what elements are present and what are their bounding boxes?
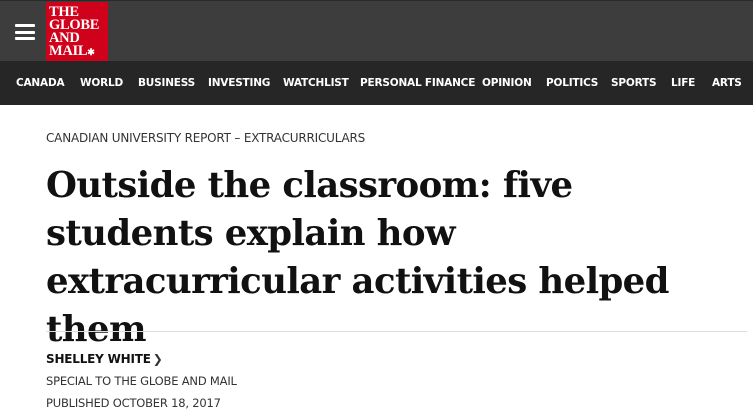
chevron-right-icon: ❯ [152,352,163,366]
article-kicker[interactable]: CANADIAN UNIVERSITY REPORT – EXTRACURRIC… [46,131,365,145]
nav-item-investing[interactable]: INVESTING [208,61,270,105]
article-headline: Outside the classroom: five students exp… [46,165,670,350]
nav-item-canada[interactable]: CANADA [16,61,65,105]
author-affiliation: SPECIAL TO THE GLOBE AND MAIL [46,374,237,388]
site-logo[interactable]: THE GLOBE AND MAIL✱ [46,2,108,62]
section-nav: CANADA WORLD BUSINESS INVESTING WATCHLIS… [0,61,753,105]
nav-item-world[interactable]: WORLD [80,61,123,105]
nav-item-politics[interactable]: POLITICS [546,61,598,105]
nav-item-personal-finance[interactable]: PERSONAL FINANCE [360,61,475,105]
hamburger-menu-icon[interactable] [15,24,35,40]
author-name: SHELLEY WHITE [46,352,151,366]
published-date: PUBLISHED OCTOBER 18, 2017 [46,396,221,410]
maple-leaf-icon: ✱ [87,47,95,57]
logo-line-4: MAIL [49,43,88,59]
top-bar: THE GLOBE AND MAIL✱ [0,0,753,62]
byline-divider [46,331,747,332]
nav-item-opinion[interactable]: OPINION [482,61,532,105]
nav-item-watchlist[interactable]: WATCHLIST [283,61,349,105]
nav-item-business[interactable]: BUSINESS [138,61,195,105]
nav-item-arts[interactable]: ARTS [712,61,742,105]
nav-item-sports[interactable]: SPORTS [611,61,657,105]
nav-item-life[interactable]: LIFE [671,61,695,105]
author-link[interactable]: SHELLEY WHITE ❯ [46,352,163,366]
